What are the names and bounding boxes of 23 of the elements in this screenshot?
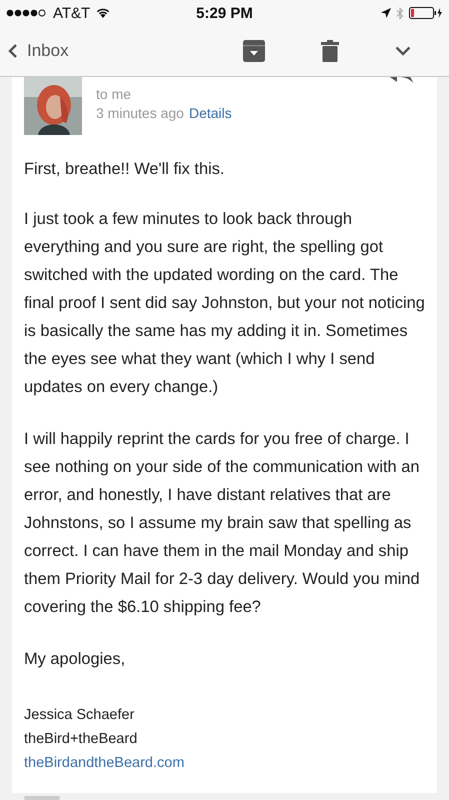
message-paragraph: I just took a few minutes to look back through everything and you sure are right, the spelling got switched with the updated wording on the card. The final proof I sent did say Johnston, but your not noticing is basically the same has my adding it in. Sometimes the eyes see what they want (which I why I send updates on every change.): [24, 209, 425, 398]
details-link[interactable]: Details: [188, 105, 232, 121]
signature-company: theBird+theBeard: [24, 730, 138, 749]
message-time: 3 minutes ago: [96, 105, 184, 121]
signature-name: Jessica Schaefer: [24, 706, 134, 725]
scroll-indicator: [24, 796, 60, 800]
chevron-down-icon[interactable]: [395, 46, 411, 56]
message-paragraph: My apologies,: [24, 649, 126, 670]
carrier-name: AT&T: [53, 4, 90, 22]
battery-icon: [409, 7, 443, 19]
back-button[interactable]: Inbox: [8, 41, 69, 61]
location-icon: [381, 8, 391, 18]
archive-icon[interactable]: [243, 40, 265, 62]
wifi-icon: [95, 7, 112, 19]
bluetooth-icon: [396, 6, 404, 20]
website-link[interactable]: theBirdandtheBeard.com: [24, 751, 184, 775]
message-paragraph: I will happily reprint the cards for you free of charge. I see nothing on your side of the communication with an error, and honestly, I have distant relatives that are Johnstons, so I assume my brain saw that spelling as correct. I can have them in the mail Monday and ship them Priority Mail for 2-3 day delivery. Would you mind covering the $6.10 shipping fee?: [24, 429, 421, 618]
recipient-label: to me: [96, 86, 132, 102]
signal-icon: [6, 9, 48, 17]
message-paragraph: First, breathe!! We'll fix this.: [24, 159, 226, 180]
trash-icon[interactable]: [321, 40, 339, 62]
status-time: 5:29 PM: [196, 4, 253, 22]
chevron-left-icon: [8, 43, 18, 59]
